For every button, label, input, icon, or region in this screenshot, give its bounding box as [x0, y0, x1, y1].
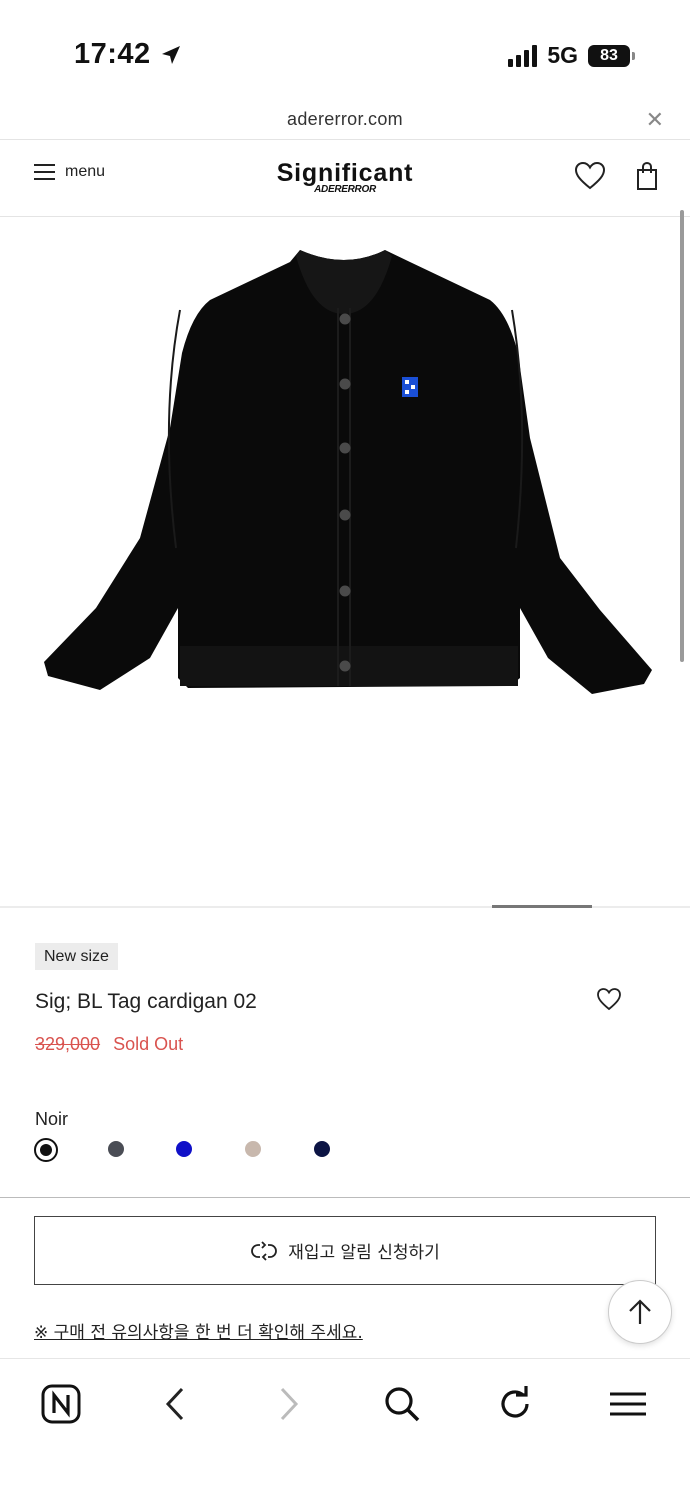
- bag-icon[interactable]: [634, 161, 660, 191]
- divider: [0, 1197, 690, 1198]
- signal-icon: [508, 44, 538, 67]
- refresh-icon: [501, 1386, 529, 1418]
- product-image[interactable]: [0, 218, 690, 908]
- back-icon: [165, 1387, 184, 1421]
- status-time: 17:42: [74, 38, 183, 71]
- selected-color-label: Noir: [35, 1109, 69, 1129]
- cardigan-image: [44, 250, 652, 694]
- battery-level: 83: [600, 46, 618, 64]
- back-button[interactable]: [150, 1379, 200, 1429]
- location-arrow-icon: [161, 45, 180, 64]
- site-header: menu Significant ADERERROR: [0, 141, 690, 217]
- naver-home-button[interactable]: [36, 1379, 86, 1429]
- restock-icon: [251, 1240, 278, 1261]
- browser-toolbar: [0, 1358, 690, 1500]
- restock-alert-button[interactable]: 재입고 알림 신청하기: [34, 1216, 656, 1285]
- battery-icon: 83: [588, 44, 635, 67]
- swatch-navy[interactable]: [314, 1141, 330, 1157]
- more-menu-button[interactable]: [603, 1379, 653, 1429]
- forward-icon: [280, 1387, 299, 1421]
- search-button[interactable]: [377, 1379, 427, 1429]
- arrow-up-icon: [629, 1299, 651, 1324]
- swatch-blue[interactable]: [176, 1141, 192, 1157]
- product-title: Sig; BL Tag cardigan 02: [35, 990, 257, 1013]
- url-text[interactable]: adererror.com: [0, 109, 690, 130]
- swatch-noir[interactable]: [34, 1138, 58, 1162]
- scroll-top-button[interactable]: [608, 1280, 672, 1344]
- close-icon[interactable]: ✕: [646, 107, 664, 133]
- time-text: 17:42: [74, 38, 151, 70]
- status-bar: 17:42 5G 83: [0, 0, 690, 100]
- refresh-button[interactable]: [490, 1379, 540, 1429]
- original-price: 329,000: [35, 1034, 101, 1054]
- search-icon: [385, 1387, 420, 1422]
- more-menu-icon: [610, 1392, 646, 1416]
- new-size-badge: New size: [35, 943, 118, 970]
- status-indicators: 5G 83: [508, 42, 635, 69]
- network-type: 5G: [547, 42, 578, 68]
- forward-button[interactable]: [264, 1379, 314, 1429]
- page-scrollbar[interactable]: [680, 210, 684, 662]
- purchase-notice-link[interactable]: ※ 구매 전 유의사항을 한 번 더 확인해 주세요.: [34, 1318, 363, 1343]
- color-swatches: [34, 1138, 354, 1162]
- swatch-charcoal[interactable]: [108, 1141, 124, 1157]
- swatch-beige[interactable]: [245, 1141, 261, 1157]
- price-row: 329,000 Sold Out: [35, 1034, 183, 1055]
- heart-icon[interactable]: [596, 987, 622, 1011]
- heart-icon[interactable]: [574, 161, 606, 191]
- url-bar[interactable]: adererror.com ✕: [0, 100, 690, 140]
- image-pager-indicator[interactable]: [492, 905, 592, 908]
- naver-home-icon: [41, 1384, 81, 1424]
- restock-label: 재입고 알림 신청하기: [288, 1243, 440, 1263]
- sold-out-label: Sold Out: [113, 1034, 184, 1054]
